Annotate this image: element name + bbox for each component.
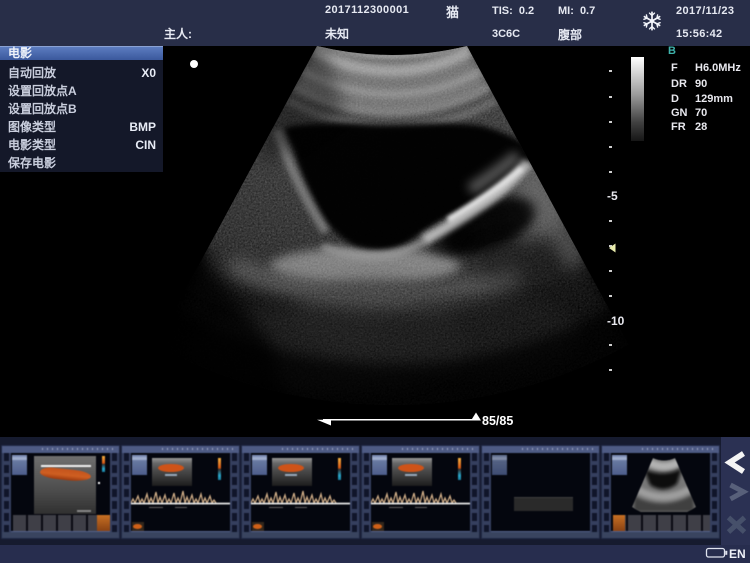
- svg-text:85/85: 85/85: [482, 414, 513, 428]
- svg-text:-5: -5: [607, 189, 618, 203]
- svg-text:-10: -10: [607, 314, 625, 328]
